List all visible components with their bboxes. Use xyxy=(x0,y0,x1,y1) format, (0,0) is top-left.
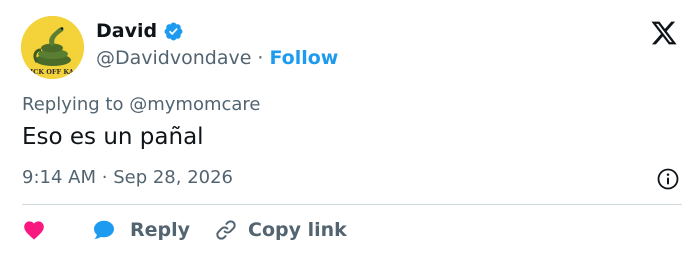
follow-button[interactable]: Follow xyxy=(269,47,338,69)
speech-bubble-icon xyxy=(94,220,114,239)
author-name[interactable]: David xyxy=(96,20,157,42)
verified-badge-icon xyxy=(164,22,183,40)
heart-icon xyxy=(24,221,44,240)
timestamp-separator: · xyxy=(101,167,108,188)
copy-link-label: Copy link xyxy=(248,219,347,241)
gadsden-flag-snake-avatar: ICK OFF KA xyxy=(21,16,84,79)
x-logo-icon[interactable] xyxy=(650,19,678,47)
tweet-date: Sep 28, 2026 xyxy=(113,167,234,188)
reply-context: Replying to @mymomcare xyxy=(22,94,261,115)
reply-label: Reply xyxy=(130,219,191,241)
author-handle[interactable]: @Davidvondave xyxy=(96,47,251,69)
copy-link-button[interactable]: Copy link xyxy=(214,218,347,242)
link-icon xyxy=(216,220,236,240)
tweet-card: ICK OFF KA David @Davidvondave · Follow … xyxy=(0,0,700,256)
separator-dot: · xyxy=(257,47,264,69)
reply-button[interactable]: Reply xyxy=(92,218,190,242)
info-icon[interactable] xyxy=(656,167,680,191)
reply-prefix: Replying to xyxy=(22,94,124,115)
author-handle-row: @Davidvondave · Follow xyxy=(96,47,338,69)
tweet-timestamp[interactable]: 9:14 AM · Sep 28, 2026 xyxy=(22,167,233,188)
avatar-text: ICK OFF KA xyxy=(30,68,75,76)
avatar[interactable]: ICK OFF KA xyxy=(21,16,84,79)
tweet-text: Eso es un pañal xyxy=(22,124,204,150)
like-button[interactable] xyxy=(22,218,46,242)
tweet-time: 9:14 AM xyxy=(22,167,96,188)
author-name-row: David xyxy=(96,20,184,42)
reply-mention-link[interactable]: @mymomcare xyxy=(129,94,260,115)
tweet-actions: Reply Copy link xyxy=(22,216,347,244)
divider xyxy=(22,204,682,205)
